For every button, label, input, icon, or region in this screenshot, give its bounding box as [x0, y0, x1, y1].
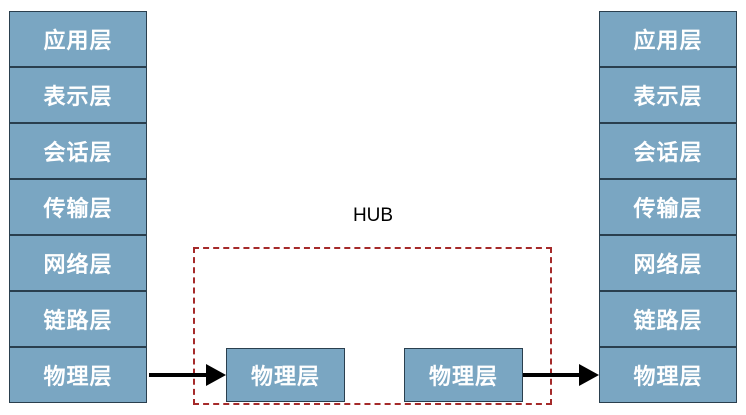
left-physical-layer: 物理层 [9, 347, 147, 403]
hub-output-physical-layer: 物理层 [404, 348, 523, 402]
right-host-stack: 应用层 表示层 会话层 传输层 网络层 链路层 物理层 [599, 11, 737, 403]
right-transport-layer: 传输层 [599, 179, 737, 235]
left-transport-layer: 传输层 [9, 179, 147, 235]
left-session-layer: 会话层 [9, 123, 147, 179]
left-presentation-layer: 表示层 [9, 67, 147, 123]
arrow-hub-to-right-host-head [579, 364, 599, 386]
right-link-layer: 链路层 [599, 291, 737, 347]
right-network-layer: 网络层 [599, 235, 737, 291]
right-presentation-layer: 表示层 [599, 67, 737, 123]
left-link-layer: 链路层 [9, 291, 147, 347]
hub-input-physical-layer: 物理层 [226, 348, 345, 402]
left-network-layer: 网络层 [9, 235, 147, 291]
right-application-layer: 应用层 [599, 11, 737, 67]
left-host-stack: 应用层 表示层 会话层 传输层 网络层 链路层 物理层 [9, 11, 147, 403]
left-application-layer: 应用层 [9, 11, 147, 67]
hub-label: HUB [352, 205, 394, 226]
right-session-layer: 会话层 [599, 123, 737, 179]
right-physical-layer: 物理层 [599, 347, 737, 403]
